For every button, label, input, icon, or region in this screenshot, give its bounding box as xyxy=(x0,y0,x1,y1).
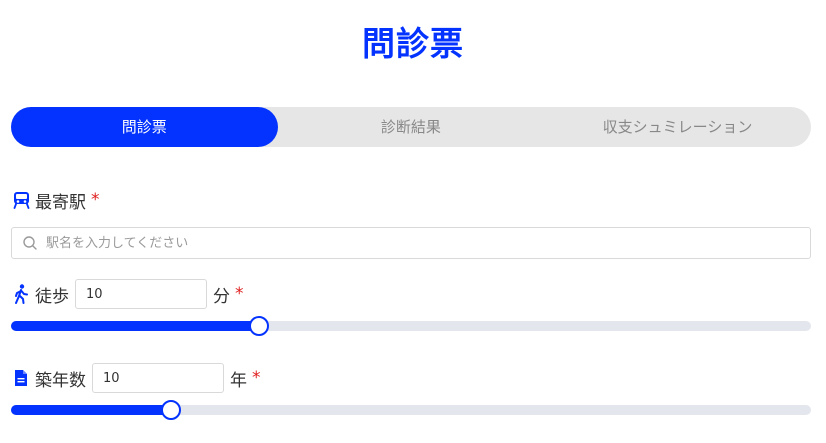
building-age-unit: 年 xyxy=(230,370,247,391)
walk-slider-thumb[interactable] xyxy=(249,316,269,336)
walk-minutes-input[interactable] xyxy=(75,279,207,309)
walk-label-row: 徒歩 分 * xyxy=(11,278,244,310)
search-icon xyxy=(22,235,38,251)
building-age-slider[interactable] xyxy=(11,400,811,420)
tab-diagnosis-result[interactable]: 診断結果 xyxy=(278,107,545,147)
walking-icon xyxy=(11,284,31,304)
train-icon xyxy=(11,190,31,210)
building-age-slider-thumb[interactable] xyxy=(161,400,181,420)
building-age-label: 築年数 xyxy=(35,370,86,391)
tab-income-simulation[interactable]: 収支シュミレーション xyxy=(544,107,811,147)
walk-slider-fill xyxy=(11,321,259,331)
tab-questionnaire[interactable]: 問診票 xyxy=(11,107,278,147)
tab-bar: 問診票 診断結果 収支シュミレーション xyxy=(11,107,811,147)
page-title: 問診票 xyxy=(362,24,464,63)
building-age-label-row: 築年数 年 * xyxy=(11,362,261,394)
required-mark: * xyxy=(235,284,244,304)
station-search-input[interactable] xyxy=(44,234,788,252)
walk-slider[interactable] xyxy=(11,316,811,336)
station-search-box[interactable] xyxy=(11,227,811,259)
required-mark: * xyxy=(91,190,100,210)
station-label: 最寄駅 xyxy=(35,192,86,213)
walk-unit: 分 xyxy=(213,286,230,307)
required-mark: * xyxy=(252,368,261,388)
building-age-input[interactable] xyxy=(92,363,224,393)
building-age-slider-fill xyxy=(11,405,171,415)
walk-label: 徒歩 xyxy=(35,286,69,307)
document-icon xyxy=(11,368,31,388)
questionnaire-page: 問診票 問診票 診断結果 収支シュミレーション 最寄駅 * 駅名を入力してくださ… xyxy=(0,0,826,443)
station-label-row: 最寄駅 * xyxy=(11,188,100,213)
